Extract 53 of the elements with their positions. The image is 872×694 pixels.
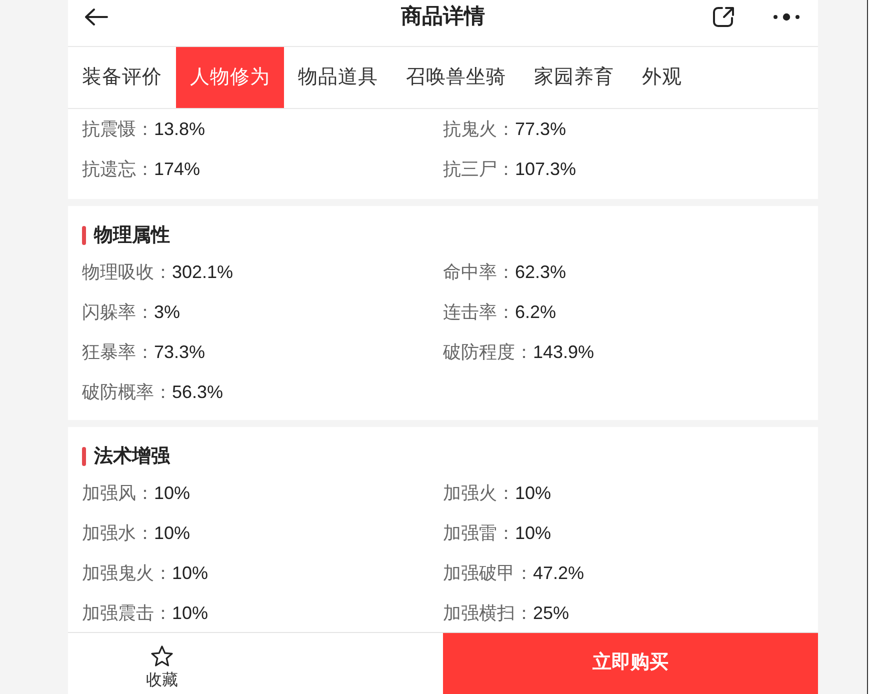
stat-value: 10% <box>172 604 208 622</box>
stat-label: 连击率： <box>443 303 515 321</box>
stat-label: 狂暴率： <box>82 343 154 361</box>
stat-value: 6.2% <box>515 303 556 321</box>
stat-value: 10% <box>154 524 190 542</box>
stat-value: 47.2% <box>533 564 584 582</box>
stat-value: 10% <box>515 484 552 502</box>
stat-value: 73.3% <box>154 343 206 361</box>
share-button[interactable] <box>712 6 736 28</box>
back-icon <box>84 8 108 26</box>
stat-label: 破防程度： <box>443 343 533 361</box>
stat-label: 物理吸收： <box>82 263 172 281</box>
section-heading: 物理属性 <box>94 226 170 244</box>
stat-value: 62.3% <box>515 263 566 281</box>
stat-value: 174% <box>154 160 200 178</box>
stat-label: 抗三尸： <box>443 160 515 178</box>
stat-value: 10% <box>515 524 552 542</box>
stat-label: 加强震击： <box>82 604 172 622</box>
stat-label: 命中率： <box>443 263 515 281</box>
section-heading: 法术增强 <box>94 446 170 466</box>
stat-label: 加强鬼火： <box>82 564 172 582</box>
page-title: 商品详情 <box>401 6 485 27</box>
stat-label: 加强横扫： <box>443 604 533 622</box>
stat-label: 加强火： <box>443 484 515 502</box>
stat-value: 107.3% <box>515 160 576 178</box>
accent-bar-icon <box>82 446 86 466</box>
stat-label: 闪躲率： <box>82 303 154 321</box>
stat-label: 加强水： <box>82 524 154 542</box>
stat-label: 抗震慑： <box>82 120 154 138</box>
tab[interactable]: 人物修为 <box>176 47 284 108</box>
star-icon <box>150 645 174 668</box>
stat-value: 77.3% <box>515 120 566 138</box>
share-icon <box>712 6 736 28</box>
stat-value: 56.3% <box>172 383 224 401</box>
stat-value: 3% <box>154 303 180 321</box>
accent-bar-icon <box>82 226 86 244</box>
favorite-button[interactable]: 收藏 <box>130 633 194 690</box>
stat-label: 加强风： <box>82 484 154 502</box>
buy-now-button[interactable]: 立即购买 <box>443 633 818 694</box>
stat-label: 加强雷： <box>443 524 515 542</box>
more-icon <box>773 12 800 20</box>
stat-value: 10% <box>172 564 208 582</box>
back-button[interactable] <box>84 8 108 26</box>
stat-value: 302.1% <box>172 263 234 281</box>
stat-value: 25% <box>533 604 570 622</box>
stat-label: 加强破甲： <box>443 564 533 582</box>
more-button[interactable] <box>773 12 800 20</box>
stat-label: 抗遗忘： <box>82 160 154 178</box>
stat-value: 10% <box>154 484 190 502</box>
stat-value: 13.8% <box>154 120 206 138</box>
stat-value: 143.9% <box>533 343 594 361</box>
stat-label: 抗鬼火： <box>443 120 515 138</box>
stat-label: 破防概率： <box>82 383 172 401</box>
